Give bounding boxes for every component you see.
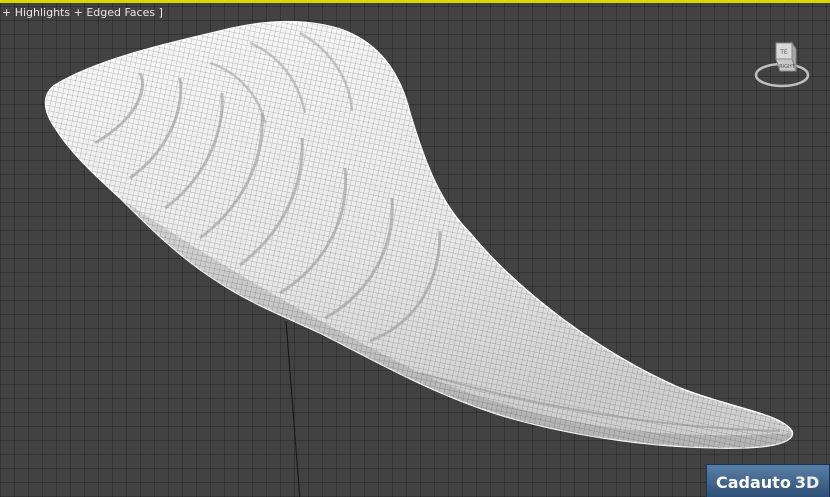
viewcube-top-label: TE <box>779 49 788 56</box>
perspective-viewport[interactable]: + Highlights + Edged Faces ] TE RIGHT Ca… <box>0 0 830 497</box>
viewcube-right-label: RIGHT <box>779 64 796 70</box>
viewcube[interactable]: TE RIGHT <box>752 37 812 95</box>
watermark-brand: Cadauto <box>716 472 791 492</box>
wing-wireframe <box>45 21 793 449</box>
watermark-suffix: 3D <box>794 472 820 492</box>
viewcube-icon: TE RIGHT <box>754 41 810 88</box>
wing-mesh[interactable] <box>0 3 830 497</box>
brand-watermark: Cadauto 3D <box>706 464 830 497</box>
